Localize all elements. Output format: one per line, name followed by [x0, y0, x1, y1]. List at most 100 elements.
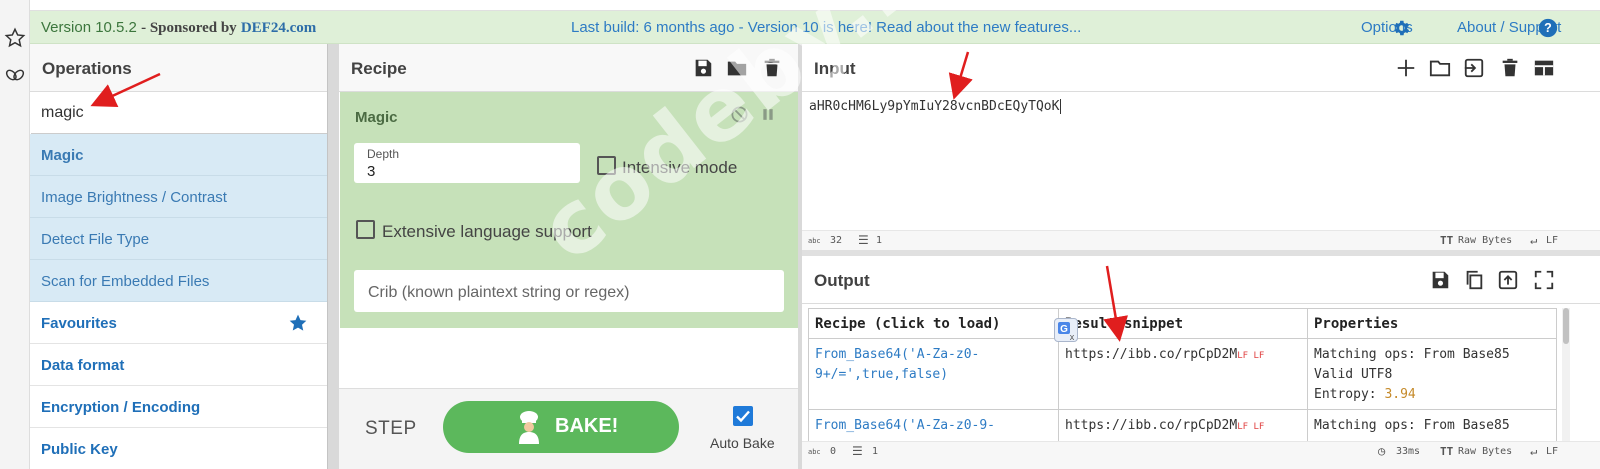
row2-prop-matching: Matching ops: From Base85 — [1314, 418, 1510, 433]
text-encoding-icon-out: TT — [1440, 445, 1454, 458]
op-result-scan-embedded[interactable]: Scan for Embedded Files — [30, 260, 327, 302]
auto-bake-checkbox[interactable] — [733, 406, 753, 426]
eol-icon-out: ↵ — [1530, 444, 1538, 458]
operations-header: Operations — [30, 44, 327, 92]
op-result-magic[interactable]: Magic — [30, 134, 327, 176]
header-recipe: Recipe (click to load) — [809, 309, 1059, 339]
abc-icon-out: abc — [808, 448, 821, 456]
input-encoding[interactable]: Raw Bytes — [1458, 235, 1512, 246]
chef-icon — [519, 411, 539, 444]
depth-input[interactable]: Depth 3 — [354, 143, 580, 183]
crib-input[interactable]: Crib (known plaintext string or regex) — [354, 270, 784, 312]
header-properties: Properties — [1308, 309, 1556, 339]
row2-snippet-text: https://ibb.co/rpCpD2M — [1065, 418, 1238, 433]
row1-entropy-label: Entropy: — [1314, 387, 1385, 402]
star-filled-icon — [289, 314, 307, 331]
operations-search-input[interactable]: magic — [31, 92, 327, 134]
step-button[interactable]: STEP — [365, 418, 417, 440]
left-rail — [0, 0, 30, 469]
bake-label: BAKE! — [555, 415, 619, 437]
scrollbar-thumb[interactable] — [1563, 308, 1569, 344]
open-folder-icon[interactable] — [1429, 57, 1451, 79]
input-textarea[interactable]: aHR0cHM6Ly9pYmIuY28vcnBDcEQyTQoK — [809, 99, 1062, 114]
category-data-format[interactable]: Data format — [30, 344, 327, 386]
magic-results-table: Recipe (click to load) Result snippet Pr… — [808, 308, 1557, 445]
recipe-title: Recipe — [351, 59, 407, 78]
last-build-link[interactable]: Last build: 6 months ago - Version 10 is… — [571, 19, 1081, 36]
version-label: Version 10.5.2 — [41, 19, 137, 36]
row1-entropy-value: 3.94 — [1384, 387, 1416, 402]
op-result-image-brightness[interactable]: Image Brightness / Contrast — [30, 176, 327, 218]
version-info: Version 10.5.2 - Sponsored by DEF24.com — [41, 19, 317, 36]
eol-icon: ↵ — [1530, 233, 1538, 247]
input-line-count: 1 — [876, 235, 883, 246]
abc-icon: abc — [808, 237, 821, 245]
lines-icon: ☰ — [858, 233, 869, 247]
category-encryption-encoding[interactable]: Encryption / Encoding — [30, 386, 327, 428]
operations-panel: Operations magic Magic Image Brightness … — [30, 44, 327, 469]
recipe-header: Recipe — [339, 44, 798, 92]
input-header: Input — [802, 44, 1600, 92]
intensive-mode-label: Intensive mode — [622, 158, 738, 177]
recipe-panel: Recipe Magic Depth 3 Intensive mode Exte… — [339, 44, 798, 469]
svg-text:x: x — [1070, 332, 1075, 342]
text-cursor — [1060, 99, 1062, 114]
auto-bake-label: Auto Bake — [710, 435, 775, 451]
row1-prop-matching: Matching ops: From Base85 — [1314, 347, 1510, 362]
import-file-icon[interactable] — [1463, 57, 1485, 79]
row2-recipe-link[interactable]: From_Base64('A-Za-z0-9- — [809, 410, 1059, 444]
output-scrollbar[interactable] — [1562, 308, 1570, 445]
text-encoding-icon: TT — [1440, 234, 1454, 247]
extensive-language-checkbox[interactable] — [356, 220, 375, 239]
output-bake-time: 33ms — [1396, 446, 1421, 457]
pause-icon[interactable] — [760, 106, 776, 123]
depth-value: 3 — [367, 163, 376, 180]
translate-glyph-icon: G x — [1058, 322, 1075, 342]
row1-properties: Matching ops: From Base85 Valid UTF8 Ent… — [1308, 339, 1556, 410]
svg-text:G: G — [1060, 324, 1068, 335]
help-icon[interactable]: ? — [1538, 18, 1558, 38]
sponsor-link[interactable]: DEF24.com — [241, 20, 316, 36]
sponsored-label: Sponsored by — [149, 20, 237, 36]
input-eol[interactable]: LF — [1546, 235, 1558, 246]
category-public-key[interactable]: Public Key — [30, 428, 327, 469]
magic-operation-card[interactable]: Magic Depth 3 Intensive mode Extensive l… — [340, 92, 798, 328]
output-eol[interactable]: LF — [1546, 446, 1558, 457]
maximize-icon[interactable] — [1533, 269, 1555, 291]
output-statusbar: abc 0 ☰ 1 ◷ 33ms TT Raw Bytes ↵ LF — [802, 441, 1600, 469]
header-result-snippet: Result snippet — [1059, 309, 1308, 339]
op-result-detect-file-type[interactable]: Detect File Type — [30, 218, 327, 260]
clear-input-icon[interactable] — [1499, 57, 1521, 79]
link-icon[interactable] — [4, 64, 26, 86]
bake-button[interactable]: BAKE! — [443, 401, 679, 453]
row1-recipe-link[interactable]: From_Base64('A-Za-z0- 9+/=',true,false) — [809, 339, 1059, 410]
save-icon[interactable] — [692, 57, 714, 79]
category-favourites-label: Favourites — [41, 315, 117, 332]
operation-title: Magic — [355, 109, 398, 126]
input-statusbar: abc 32 ☰ 1 TT Raw Bytes ↵ LF — [802, 230, 1600, 250]
translate-icon[interactable]: G x — [1054, 318, 1078, 342]
checkmark-icon — [736, 410, 750, 423]
save-output-icon[interactable] — [1429, 269, 1451, 291]
extensive-language-label: Extensive language support — [382, 222, 592, 241]
disable-icon[interactable] — [730, 105, 749, 124]
panel-resize-handle[interactable] — [327, 44, 339, 469]
folder-icon[interactable] — [726, 57, 748, 79]
replace-input-icon[interactable] — [1497, 269, 1519, 291]
output-encoding[interactable]: Raw Bytes — [1458, 446, 1512, 457]
operations-title: Operations — [42, 59, 132, 78]
trash-icon[interactable] — [761, 57, 783, 79]
row1-snippet-text: https://ibb.co/rpCpD2M — [1065, 347, 1238, 362]
gear-icon[interactable] — [1391, 18, 1411, 38]
top-banner: Version 10.5.2 - Sponsored by DEF24.com … — [30, 10, 1600, 44]
row2-recipe-line1: From_Base64('A-Za-z0-9- — [815, 418, 996, 433]
star-outline-icon[interactable] — [4, 27, 26, 49]
category-favourites[interactable]: Favourites — [30, 302, 327, 344]
copy-icon[interactable] — [1463, 269, 1485, 291]
layout-icon[interactable] — [1533, 57, 1555, 79]
add-icon[interactable] — [1395, 57, 1417, 79]
row1-prop-utf8: Valid UTF8 — [1314, 367, 1393, 382]
lines-icon-out: ☰ — [852, 444, 863, 458]
intensive-mode-checkbox[interactable] — [597, 156, 616, 175]
row1-recipe-line2: 9+/=',true,false) — [815, 367, 949, 382]
